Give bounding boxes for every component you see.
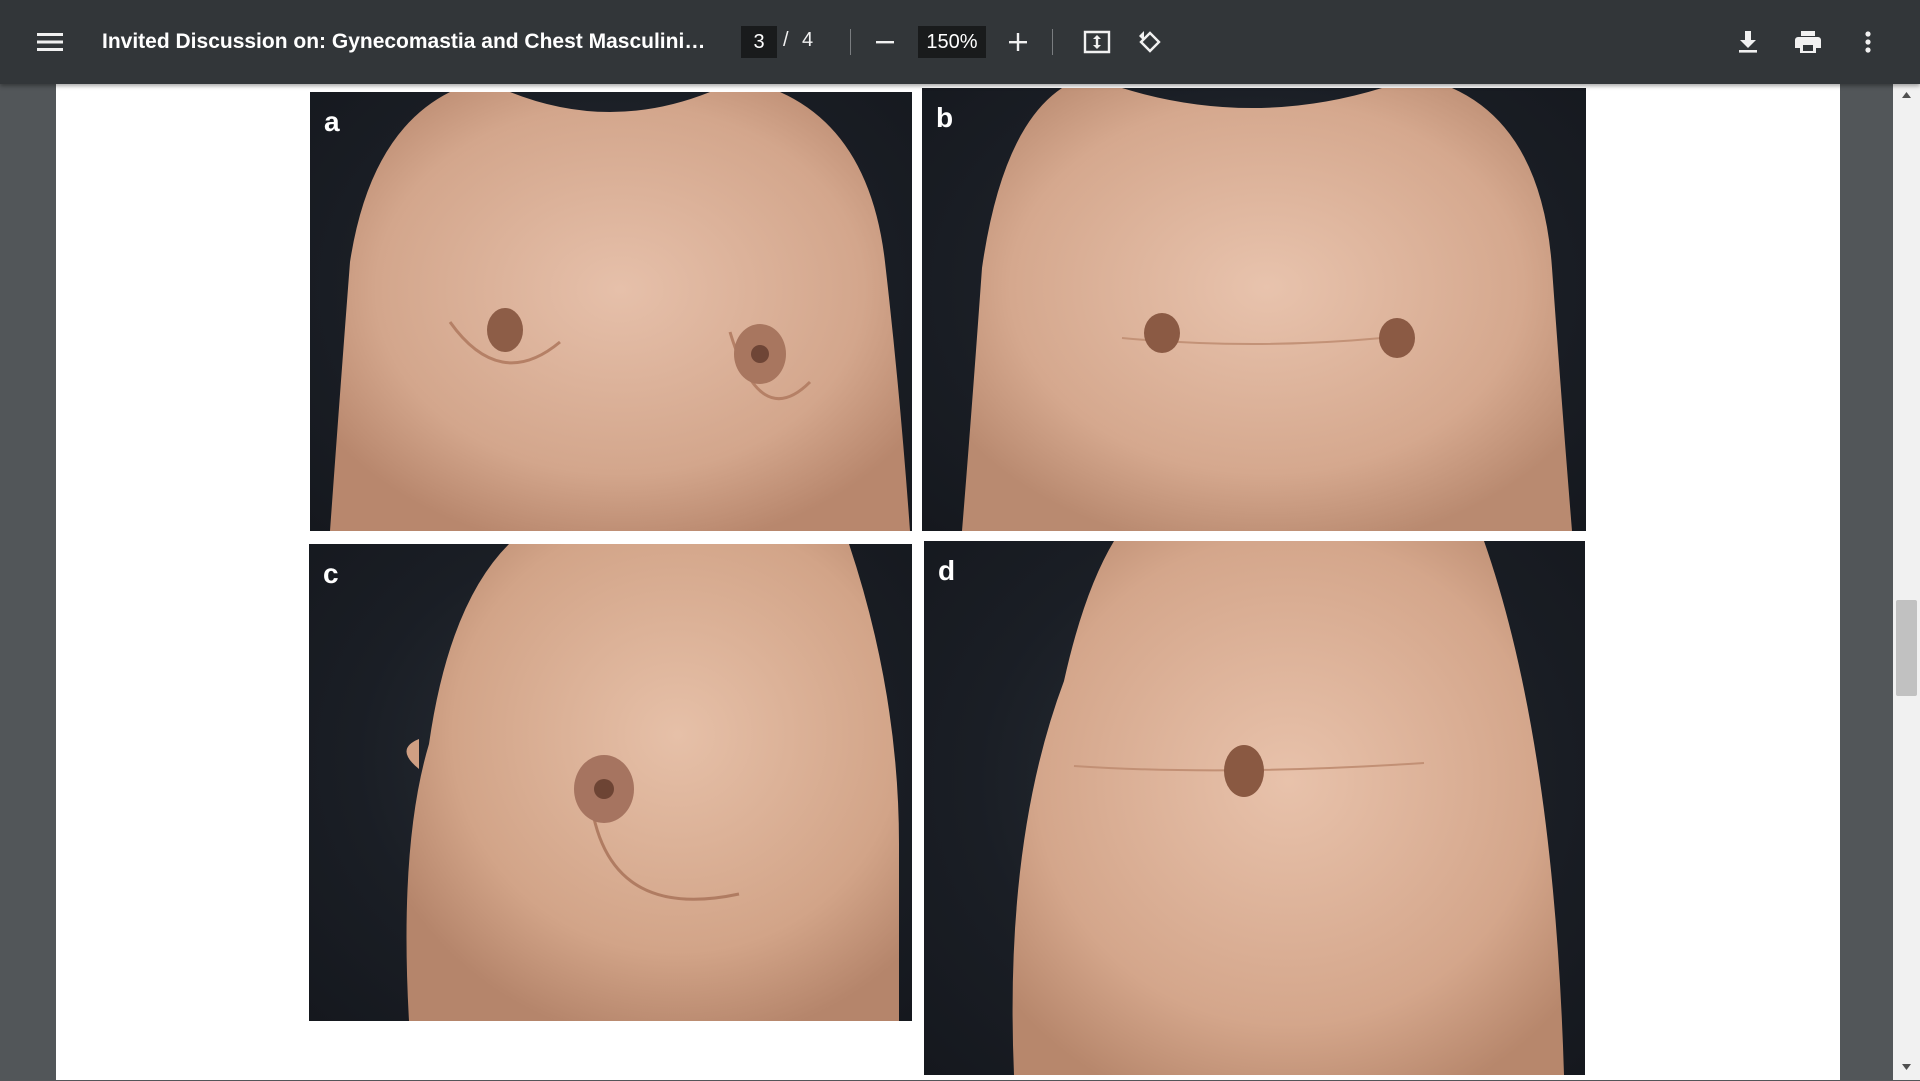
print-icon[interactable] bbox=[1784, 18, 1832, 66]
zoom-level-input[interactable] bbox=[918, 26, 986, 58]
figure-panel-c: c bbox=[309, 544, 912, 1021]
figure-panel-d: d bbox=[924, 541, 1585, 1075]
document-viewport[interactable]: a b c d bbox=[0, 84, 1920, 1080]
toolbar-divider bbox=[1052, 29, 1053, 55]
rotate-counterclockwise-icon[interactable] bbox=[1126, 18, 1174, 66]
document-title: Invited Discussion on: Gynecomastia and … bbox=[102, 30, 712, 53]
panel-label: d bbox=[938, 555, 956, 586]
plus-icon[interactable] bbox=[994, 18, 1042, 66]
pdf-toolbar: Invited Discussion on: Gynecomastia and … bbox=[0, 0, 1920, 84]
fit-to-page-icon[interactable] bbox=[1073, 18, 1121, 66]
viewer-gutter bbox=[1840, 84, 1893, 1080]
figure-panel-b: b bbox=[922, 88, 1586, 531]
figure-panel-a: a bbox=[310, 92, 912, 531]
panel-label: a bbox=[324, 106, 340, 137]
panel-label: c bbox=[323, 558, 339, 589]
torso-image bbox=[962, 88, 1572, 531]
minus-icon[interactable] bbox=[861, 18, 909, 66]
torso-image bbox=[330, 92, 910, 531]
toolbar-divider bbox=[850, 29, 851, 55]
scroll-up-arrow-icon[interactable] bbox=[1893, 86, 1920, 104]
torso-image bbox=[1012, 541, 1564, 1075]
download-icon[interactable] bbox=[1724, 18, 1772, 66]
page-separator: / bbox=[783, 29, 789, 51]
scroll-down-arrow-icon[interactable] bbox=[1893, 1058, 1920, 1076]
more-vertical-icon[interactable] bbox=[1844, 18, 1892, 66]
page-number-input[interactable] bbox=[741, 26, 777, 58]
hamburger-menu-icon[interactable] bbox=[26, 18, 74, 66]
vertical-scrollbar[interactable] bbox=[1893, 84, 1920, 1080]
pdf-page: a b c d bbox=[56, 84, 1840, 1080]
torso-image bbox=[406, 544, 899, 1021]
scrollbar-thumb[interactable] bbox=[1896, 600, 1917, 696]
page-total: 4 bbox=[802, 29, 814, 51]
panel-label: b bbox=[936, 102, 954, 133]
